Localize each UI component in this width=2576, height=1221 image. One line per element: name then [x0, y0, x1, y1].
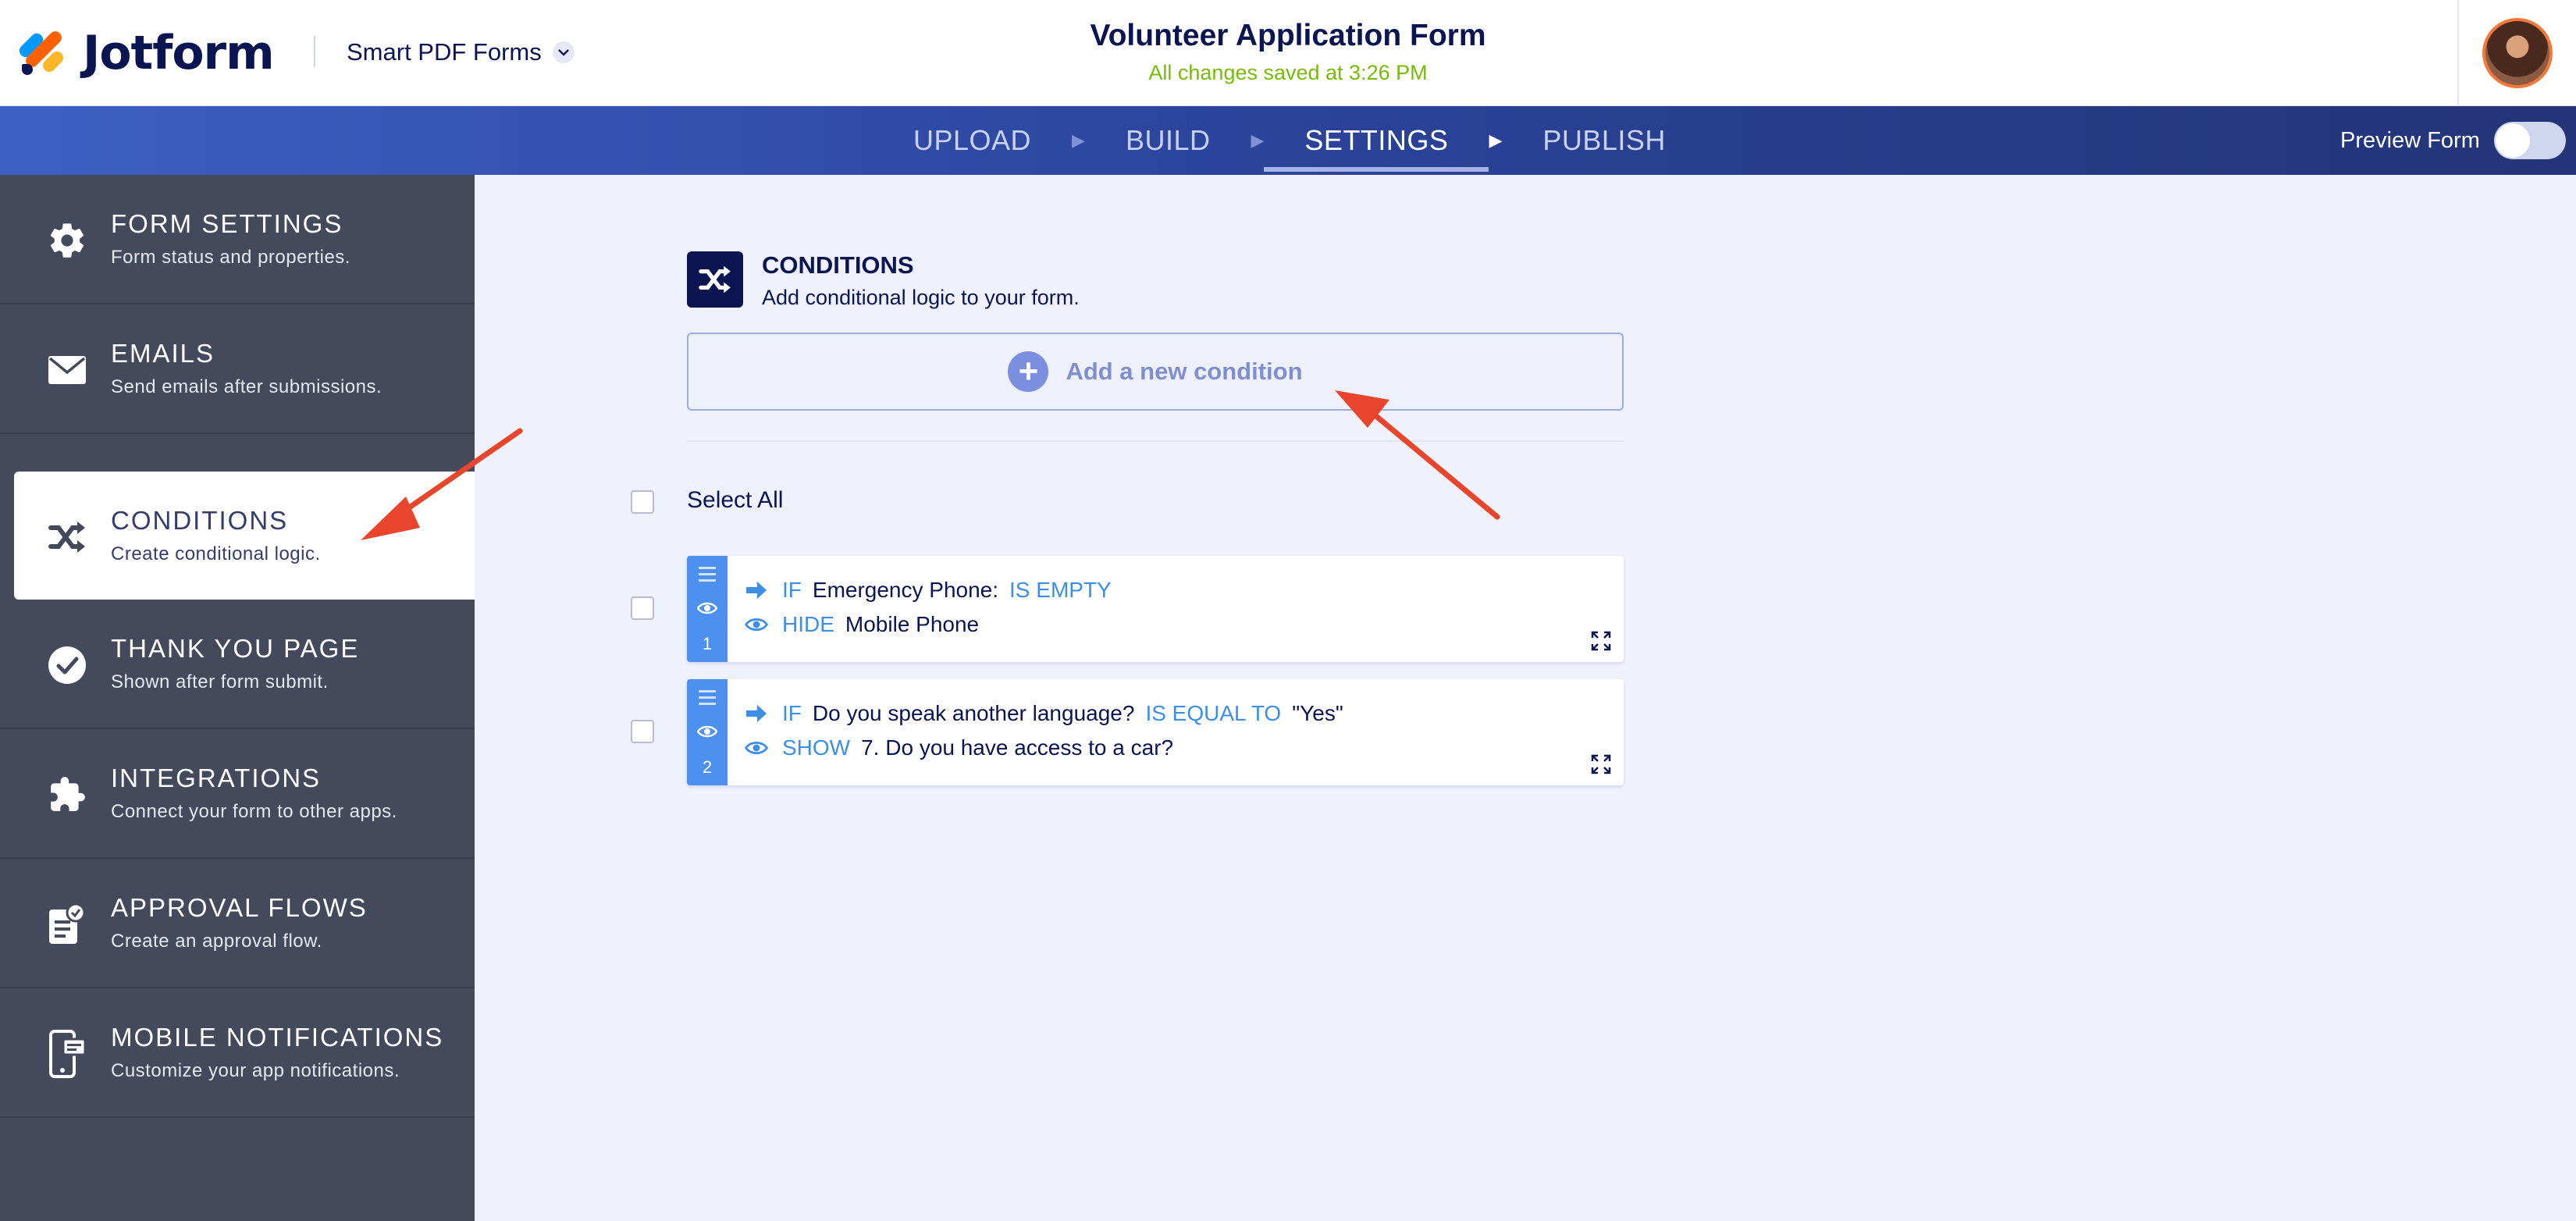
- select-all-label[interactable]: Select All: [687, 487, 783, 514]
- conditions-shuffle-icon: [687, 251, 743, 308]
- sidebar-item-mobile-notifications[interactable]: MOBILE NOTIFICATIONS Customize your app …: [0, 988, 475, 1118]
- if-keyword: IF: [782, 578, 802, 602]
- step-arrow-icon: ▶: [1251, 130, 1265, 150]
- tab-upload[interactable]: UPLOAD: [913, 106, 1031, 175]
- approval-icon: [44, 901, 91, 948]
- action-target: 7. Do you have access to a car?: [861, 735, 1174, 760]
- condition-if-line: IF Do you speak another language? IS EQU…: [745, 698, 1354, 729]
- condition-checkbox[interactable]: [631, 720, 654, 743]
- sidebar-item-title: MOBILE NOTIFICATIONS: [111, 1023, 444, 1052]
- sidebar-item-title: FORM SETTINGS: [111, 209, 343, 238]
- sidebar-item-subtitle: Customize your app notifications.: [111, 1060, 400, 1081]
- page-subtitle: Add conditional logic to your form.: [762, 286, 1080, 309]
- form-title[interactable]: Volunteer Application Form: [976, 19, 1600, 53]
- preview-form-toggle[interactable]: [2493, 122, 2566, 159]
- wizard-navbar: UPLOAD ▶ BUILD ▶ SETTINGS ▶ PUBLISH Prev…: [0, 106, 2576, 175]
- step-arrow-icon: ▶: [1489, 130, 1503, 150]
- save-status: All changes saved at 3:26 PM: [1148, 61, 1428, 84]
- tab-settings[interactable]: SETTINGS: [1264, 106, 1489, 175]
- sidebar-item-subtitle: Create conditional logic.: [111, 543, 321, 564]
- puzzle-icon: [44, 771, 91, 818]
- condition-checkbox[interactable]: [631, 596, 654, 620]
- eye-icon: [745, 740, 771, 756]
- page-title: CONDITIONS: [762, 251, 914, 279]
- header-divider: [314, 36, 315, 67]
- drag-handle-icon[interactable]: [699, 567, 716, 586]
- top-header: Jotform Smart PDF Forms Volunteer Applic…: [0, 0, 2576, 106]
- condition-number: 2: [702, 757, 713, 777]
- condition-field: Do you speak another language?: [812, 701, 1135, 725]
- sidebar-item-subtitle: Connect your form to other apps.: [111, 801, 397, 822]
- arrow-right-icon: [745, 580, 771, 600]
- preview-form-control: Preview Form: [2340, 106, 2566, 175]
- sidebar-item-title: INTEGRATIONS: [111, 764, 322, 792]
- plus-circle-icon: +: [1008, 351, 1049, 392]
- check-circle-icon: [44, 642, 91, 689]
- sidebar-item-title: EMAILS: [111, 339, 215, 368]
- condition-rail: 1: [687, 556, 728, 662]
- sidebar-item-approval-flows[interactable]: APPROVAL FLOWS Create an approval flow.: [0, 859, 475, 988]
- wizard-steps: UPLOAD ▶ BUILD ▶ SETTINGS ▶ PUBLISH: [913, 106, 1666, 175]
- chevron-down-icon: [552, 41, 575, 63]
- sidebar-item-subtitle: Send emails after submissions.: [111, 376, 382, 397]
- condition-operator: IS EMPTY: [1009, 578, 1112, 602]
- tab-build[interactable]: BUILD: [1126, 106, 1211, 175]
- gear-icon: [44, 217, 91, 264]
- condition-action-line: SHOW 7. Do you have access to a car?: [745, 732, 1184, 764]
- eye-icon: [745, 617, 771, 632]
- jotform-logo-icon: [16, 27, 69, 80]
- condition-value: "Yes": [1292, 701, 1343, 725]
- add-condition-label: Add a new condition: [1066, 358, 1303, 385]
- sidebar-item-form-settings[interactable]: FORM SETTINGS Form status and properties…: [0, 175, 475, 304]
- preview-form-label: Preview Form: [2340, 127, 2480, 153]
- sidebar-item-subtitle: Shown after form submit.: [111, 671, 329, 692]
- mobile-icon: [44, 1030, 91, 1078]
- product-switcher[interactable]: Smart PDF Forms: [347, 34, 575, 70]
- sidebar-item-thank-you-page[interactable]: THANK YOU PAGE Shown after form submit.: [0, 600, 475, 729]
- if-keyword: IF: [782, 701, 802, 725]
- sidebar-item-subtitle: Create an approval flow.: [111, 931, 322, 952]
- sidebar-item-title: THANK YOU PAGE: [111, 634, 360, 663]
- condition-action-line: HIDE Mobile Phone: [745, 609, 990, 640]
- drag-handle-icon[interactable]: [699, 690, 716, 709]
- condition-number: 1: [702, 634, 713, 653]
- divider: [687, 440, 1624, 442]
- shuffle-icon: [44, 514, 91, 561]
- tab-publish[interactable]: PUBLISH: [1542, 106, 1666, 175]
- expand-icon[interactable]: [1591, 754, 1611, 778]
- settings-sidebar: FORM SETTINGS Form status and properties…: [0, 175, 475, 1221]
- condition-if-line: IF Emergency Phone: IS EMPTY: [745, 575, 1123, 606]
- sidebar-item-title: CONDITIONS: [111, 506, 289, 535]
- arrow-right-icon: [745, 703, 771, 724]
- eye-icon: [696, 601, 718, 619]
- sidebar-item-title: APPROVAL FLOWS: [111, 893, 368, 922]
- condition-card[interactable]: 2 IF Do you speak another language? IS E…: [687, 679, 1624, 785]
- action-target: Mobile Phone: [845, 612, 980, 636]
- select-all-checkbox[interactable]: [631, 490, 654, 514]
- sidebar-item-subtitle: Form status and properties.: [111, 247, 350, 268]
- step-arrow-icon: ▶: [1072, 130, 1085, 150]
- condition-rail: 2: [687, 679, 728, 785]
- sidebar-item-emails[interactable]: EMAILS Send emails after submissions.: [0, 304, 475, 434]
- product-label: Smart PDF Forms: [347, 38, 542, 66]
- sidebar-item-conditions[interactable]: CONDITIONS Create conditional logic.: [14, 472, 475, 600]
- avatar[interactable]: [2482, 18, 2553, 88]
- eye-icon: [696, 724, 718, 742]
- condition-card[interactable]: 1 IF Emergency Phone: IS EMPTY HIDE Mobi…: [687, 556, 1624, 662]
- sidebar-item-integrations[interactable]: INTEGRATIONS Connect your form to other …: [0, 729, 475, 859]
- expand-icon[interactable]: [1591, 631, 1611, 655]
- jotform-logo[interactable]: Jotform: [16, 26, 275, 80]
- add-condition-button[interactable]: + Add a new condition: [687, 333, 1624, 411]
- condition-operator: IS EQUAL TO: [1145, 701, 1282, 725]
- logo-text: Jotform: [83, 26, 275, 80]
- action-keyword: SHOW: [782, 735, 851, 760]
- action-keyword: HIDE: [782, 612, 834, 636]
- envelope-icon: [44, 347, 91, 393]
- condition-field: Emergency Phone:: [812, 578, 999, 602]
- account-menu[interactable]: [2457, 0, 2576, 106]
